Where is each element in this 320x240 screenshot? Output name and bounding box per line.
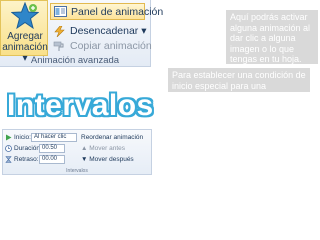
- add-animation-button[interactable]: Agregar animación ▾: [0, 0, 48, 64]
- panel-info-callout: Aquí podrás activar alguna animación al …: [226, 10, 318, 64]
- reorder-heading: Reordenar animación: [81, 134, 144, 141]
- clock-icon: [5, 145, 12, 152]
- star-icon: [11, 2, 39, 30]
- animation-panel-label: Panel de animación: [71, 5, 164, 18]
- copy-animation-button[interactable]: Copiar animación: [50, 38, 152, 54]
- animation-ribbon: Agregar animación ▾ Panel de animación D…: [0, 0, 163, 67]
- start-select[interactable]: Al hacer clic: [31, 133, 77, 142]
- trigger-label: Desencadenar ▾: [70, 25, 147, 37]
- play-icon: [6, 134, 12, 141]
- hourglass-icon: [5, 156, 12, 163]
- timing-info-callout: Para establecer una condición de inicio …: [168, 68, 310, 101]
- copy-info-callout: Aquí podrás copiar cualquier animación: [198, 103, 279, 124]
- start-label: Inicio:: [14, 134, 31, 141]
- trigger-button[interactable]: Desencadenar ▾: [50, 23, 147, 39]
- timing-group-title: Intervalos: [66, 168, 88, 174]
- delay-row: Retraso:: [5, 154, 39, 165]
- move-later-button[interactable]: ▼ Mover después: [81, 154, 134, 165]
- timing-panel: Inicio: Al hacer clic Duración: 00.50 Re…: [2, 129, 152, 175]
- animation-panel-button[interactable]: Panel de animación: [50, 3, 163, 20]
- animation-panel-icon: [54, 6, 67, 17]
- paintbrush-icon: [53, 41, 64, 51]
- duration-input[interactable]: 00.50: [39, 144, 65, 153]
- duration-row: Duración:: [5, 143, 42, 154]
- start-row: Inicio:: [5, 132, 31, 143]
- delay-input[interactable]: 00.00: [39, 155, 65, 164]
- page-heading: Intervalos: [7, 89, 154, 122]
- move-earlier-button[interactable]: ▲ Mover antes: [81, 143, 125, 154]
- edit-info-callout: Aquí podrás editar tanto el inicio de ca…: [93, 179, 292, 221]
- lightning-icon: [54, 25, 65, 37]
- copy-animation-label: Copiar animación: [70, 40, 152, 52]
- duration-label: Duración:: [14, 145, 42, 152]
- advanced-animation-group-title: Animación avanzada: [30, 55, 120, 66]
- delay-label: Retraso:: [14, 156, 39, 163]
